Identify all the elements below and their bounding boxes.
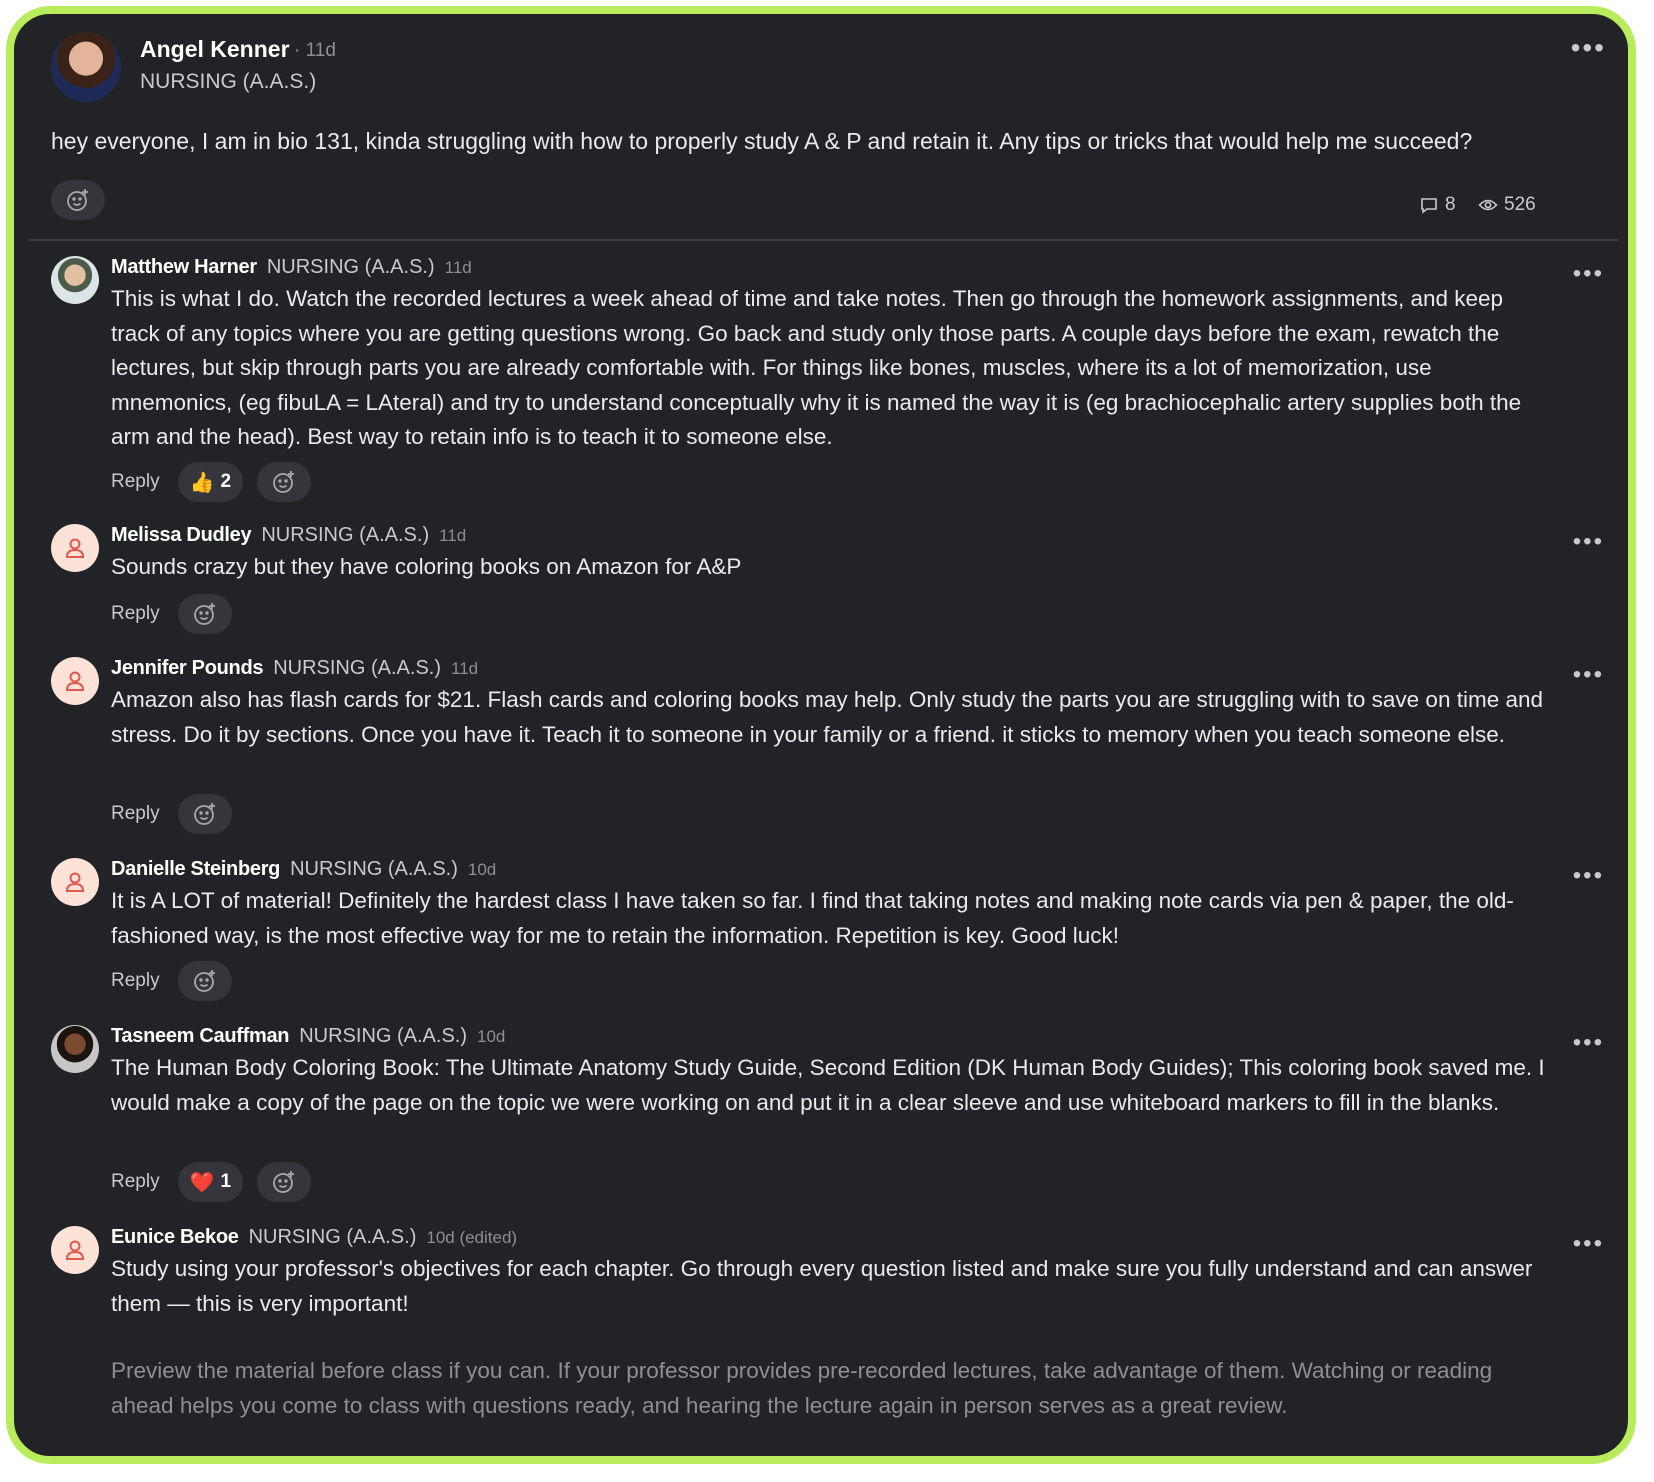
- thread-window: Angel Kenner · 11d NURSING (A.A.S.) ••• …: [6, 6, 1636, 1464]
- eye-icon: [1478, 199, 1498, 211]
- add-reaction-button[interactable]: [257, 462, 312, 502]
- post-author-avatar[interactable]: [51, 32, 121, 102]
- person-icon: [65, 872, 85, 892]
- comment-more-menu[interactable]: •••: [1573, 1029, 1604, 1057]
- add-reaction-icon: [273, 1171, 295, 1193]
- reply-button[interactable]: Reply: [111, 1171, 160, 1193]
- comment-time: 11d: [444, 258, 472, 277]
- comment-body: It is A LOT of material! Definitely the …: [111, 888, 1514, 948]
- heart-icon: ❤️: [189, 1171, 215, 1194]
- post-time: · 11d: [294, 40, 336, 61]
- comment-time: 10d (edited): [426, 1228, 518, 1247]
- comment-body: The Human Body Coloring Book: The Ultima…: [111, 1055, 1545, 1115]
- comment-author-name[interactable]: Jennifer Pounds: [111, 657, 264, 680]
- add-reaction-button[interactable]: [177, 794, 232, 834]
- post-author-tag: NURSING (A.A.S.): [140, 70, 317, 93]
- comment-author-tag: NURSING (A.A.S.): [261, 524, 430, 546]
- comment-body: Sounds crazy but they have coloring book…: [111, 554, 742, 579]
- view-count-value: 526: [1504, 194, 1536, 215]
- person-icon: [65, 538, 85, 558]
- reaction-count: 2: [220, 471, 232, 492]
- reply-button[interactable]: Reply: [111, 471, 160, 493]
- comment-more-menu[interactable]: •••: [1573, 1230, 1604, 1258]
- reaction-chip[interactable]: ❤️ 1: [177, 1162, 244, 1202]
- person-icon: [65, 1240, 85, 1260]
- comment-time: 10d: [477, 1027, 506, 1046]
- comment-time: 10d: [467, 860, 497, 879]
- thumbs-up-icon: 👍: [189, 471, 215, 494]
- add-reaction-button[interactable]: [257, 1162, 312, 1202]
- add-reaction-icon: [67, 189, 88, 211]
- post-more-menu[interactable]: •••: [1571, 32, 1606, 64]
- add-reaction-icon: [193, 603, 215, 625]
- reply-button[interactable]: Reply: [111, 603, 160, 625]
- comment-avatar[interactable]: [51, 1025, 99, 1073]
- post-add-reaction-button[interactable]: [51, 180, 105, 220]
- comment-avatar[interactable]: [51, 256, 99, 304]
- post-author-name[interactable]: Angel Kenner: [140, 36, 290, 63]
- add-reaction-icon: [193, 970, 215, 992]
- comment-more-menu[interactable]: •••: [1573, 260, 1604, 288]
- reply-button[interactable]: Reply: [111, 803, 160, 825]
- comment-author-tag: NURSING (A.A.S.): [266, 256, 435, 278]
- comment-avatar[interactable]: [51, 858, 99, 906]
- comment-body: Study using your professor's objectives …: [111, 1256, 1533, 1316]
- comment-author-name[interactable]: Eunice Bekoe: [111, 1226, 239, 1249]
- comment-body-continued: Preview the material before class if you…: [111, 1358, 1493, 1418]
- person-icon: [65, 671, 85, 691]
- post-body: hey everyone, I am in bio 131, kinda str…: [51, 128, 1473, 154]
- comment-body: This is what I do. Watch the recorded le…: [111, 286, 1522, 449]
- comment-more-menu[interactable]: •••: [1573, 862, 1604, 890]
- comment-count-value: 8: [1445, 194, 1456, 215]
- comment-time: 11d: [439, 526, 467, 545]
- post-divider: [28, 239, 1618, 241]
- comment-avatar[interactable]: [51, 657, 99, 705]
- comment-author-name[interactable]: Matthew Harner: [111, 256, 257, 279]
- reaction-chip[interactable]: 👍 2: [177, 462, 244, 502]
- comment-icon: [1421, 198, 1437, 214]
- add-reaction-button[interactable]: [177, 961, 232, 1001]
- comment-author-name[interactable]: Tasneem Cauffman: [111, 1025, 290, 1048]
- comment-author-name[interactable]: Melissa Dudley: [111, 524, 252, 547]
- comment-count[interactable]: 8: [1419, 194, 1456, 216]
- comment-author-tag: NURSING (A.A.S.): [248, 1226, 417, 1248]
- comment-body: Amazon also has flash cards for $21. Fla…: [111, 687, 1544, 747]
- add-reaction-icon: [273, 471, 295, 493]
- view-count: 526: [1478, 194, 1536, 216]
- add-reaction-icon: [193, 803, 215, 825]
- reply-button[interactable]: Reply: [111, 970, 160, 992]
- comment-author-tag: NURSING (A.A.S.): [273, 657, 441, 679]
- comment-more-menu[interactable]: •••: [1573, 661, 1604, 689]
- add-reaction-button[interactable]: [177, 594, 232, 634]
- comment-time: 11d: [451, 659, 479, 678]
- comment-more-menu[interactable]: •••: [1573, 528, 1604, 556]
- comment-avatar[interactable]: [51, 524, 99, 572]
- comment-avatar[interactable]: [51, 1226, 99, 1274]
- comment-author-tag: NURSING (A.A.S.): [299, 1025, 468, 1047]
- reaction-count: 1: [220, 1171, 232, 1192]
- comment-author-name[interactable]: Danielle Steinberg: [111, 858, 280, 881]
- comment-author-tag: NURSING (A.A.S.): [290, 858, 458, 880]
